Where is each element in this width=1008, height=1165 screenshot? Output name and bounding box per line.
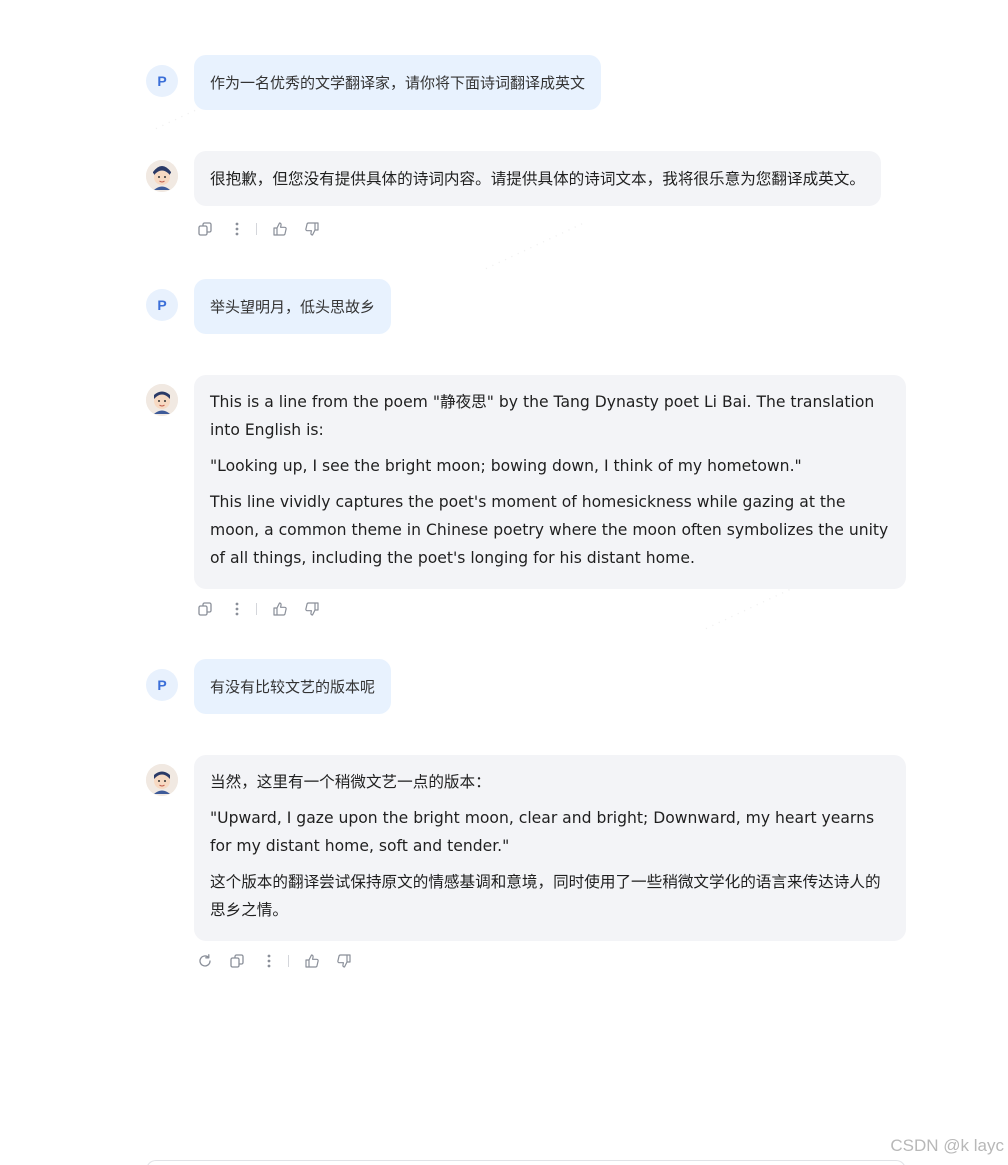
user-message-text: 作为一名优秀的文学翻译家，请你将下面诗词翻译成英文 (210, 74, 586, 92)
assistant-message-bubble: This is a line from the poem "静夜思" by th… (194, 375, 906, 589)
assistant-avatar-icon (146, 160, 178, 192)
chat-input-edge[interactable] (146, 1160, 906, 1165)
message-actions (194, 217, 333, 241)
footer-credit: CSDN @k layc (890, 1136, 1004, 1155)
thumbs-down-icon[interactable] (301, 598, 323, 620)
divider (256, 603, 257, 615)
message-actions (194, 597, 333, 621)
assistant-message-text: 很抱歉，但您没有提供具体的诗词内容。请提供具体的诗词文本，我将很乐意为您翻译成英… (210, 169, 865, 188)
user-message-text: 有没有比较文艺的版本呢 (210, 678, 376, 696)
more-vertical-icon[interactable] (226, 598, 248, 620)
assistant-paragraph: 这个版本的翻译尝试保持原文的情感基调和意境，同时使用了一些稍微文学化的语言来传达… (210, 873, 881, 919)
user-message-bubble: 有没有比较文艺的版本呢 (194, 659, 392, 714)
user-avatar: P (146, 289, 178, 321)
refresh-icon[interactable] (194, 950, 216, 972)
watermark: · · · · · · · · · · · · · · · · (482, 217, 587, 276)
assistant-avatar (146, 764, 178, 796)
copy-icon[interactable] (194, 218, 216, 240)
copy-icon[interactable] (194, 598, 216, 620)
user-message-bubble: 作为一名优秀的文学翻译家，请你将下面诗词翻译成英文 (194, 55, 602, 110)
assistant-avatar (146, 160, 178, 192)
thumbs-up-icon[interactable] (269, 598, 291, 620)
thumbs-down-icon[interactable] (333, 950, 355, 972)
thumbs-up-icon[interactable] (269, 218, 291, 240)
divider (288, 955, 289, 967)
assistant-paragraph: This is a line from the poem "静夜思" by th… (210, 393, 875, 439)
thumbs-down-icon[interactable] (301, 218, 323, 240)
thumbs-up-icon[interactable] (301, 950, 323, 972)
user-message-bubble: 举头望明月，低头思故乡 (194, 279, 392, 334)
more-vertical-icon[interactable] (258, 950, 280, 972)
assistant-avatar-icon (146, 764, 178, 796)
assistant-message-bubble: 当然，这里有一个稍微文艺一点的版本： "Upward, I gaze upon … (194, 755, 906, 941)
assistant-avatar (146, 384, 178, 416)
copy-icon[interactable] (226, 950, 248, 972)
divider (256, 223, 257, 235)
message-actions (194, 949, 365, 973)
user-avatar: P (146, 669, 178, 701)
user-message-text: 举头望明月，低头思故乡 (210, 298, 376, 316)
assistant-avatar-icon (146, 384, 178, 416)
assistant-paragraph: 当然，这里有一个稍微文艺一点的版本： (210, 773, 491, 791)
assistant-paragraph: "Upward, I gaze upon the bright moon, cl… (210, 809, 875, 855)
assistant-message-bubble: 很抱歉，但您没有提供具体的诗词内容。请提供具体的诗词文本，我将很乐意为您翻译成英… (194, 151, 881, 206)
user-avatar: P (146, 65, 178, 97)
more-vertical-icon[interactable] (226, 218, 248, 240)
assistant-paragraph: "Looking up, I see the bright moon; bowi… (210, 457, 802, 475)
assistant-paragraph: This line vividly captures the poet's mo… (210, 493, 889, 567)
chat-page: · · · · · · · · · · · · · · · · · · · · … (0, 0, 1008, 1165)
